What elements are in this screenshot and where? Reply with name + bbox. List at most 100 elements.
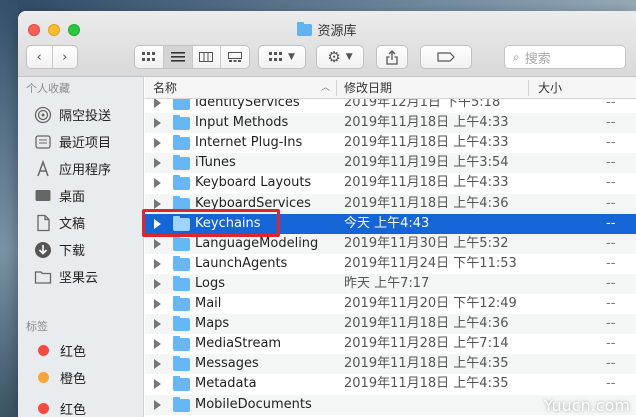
disclosure-triangle-icon[interactable] bbox=[154, 198, 161, 209]
column-name[interactable]: 名称 bbox=[153, 77, 177, 99]
disclosure-triangle-icon[interactable] bbox=[154, 359, 161, 370]
file-size: -- bbox=[606, 99, 616, 110]
table-row[interactable]: LaunchAgents 2019年11月24日 下午11:53 -- bbox=[145, 254, 636, 274]
disclosure-triangle-icon[interactable] bbox=[154, 178, 161, 189]
edit-tags-button[interactable] bbox=[420, 45, 472, 69]
disclosure-triangle-icon[interactable] bbox=[154, 379, 161, 390]
file-size: -- bbox=[606, 135, 616, 151]
column-size[interactable]: 大小 bbox=[538, 77, 562, 99]
sidebar-item-label: 隔空投送 bbox=[59, 109, 112, 124]
folder-icon bbox=[173, 376, 190, 392]
file-size: -- bbox=[606, 175, 616, 191]
sidebar-item-desktop[interactable]: 桌面 bbox=[34, 182, 85, 209]
sidebar-item-label: 橙色 bbox=[60, 372, 87, 387]
file-name: Logs bbox=[195, 275, 225, 291]
folder-icon bbox=[297, 22, 313, 36]
folder-icon bbox=[173, 99, 190, 110]
desktop-icon bbox=[34, 187, 52, 205]
sidebar-item-applications[interactable]: 应用程序 bbox=[34, 155, 111, 182]
watermark: Yuucn.com bbox=[543, 396, 630, 415]
table-row[interactable]: Logs 昨天 上午7:17 -- bbox=[145, 273, 636, 294]
file-date: 2019年11月24日 下午11:53 bbox=[344, 255, 517, 271]
file-date: 2019年11月30日 上午5:32 bbox=[344, 235, 509, 251]
sidebar-item-label: 桌面 bbox=[59, 190, 86, 205]
sidebar-item-label: 红色 bbox=[60, 345, 87, 360]
file-list: 名称 ︿ 修改日期 大小 IdentityServices 2019年12月1日 … bbox=[145, 77, 636, 417]
file-name: iTunes bbox=[195, 155, 236, 171]
folder-icon bbox=[173, 135, 190, 151]
sidebar-item-downloads[interactable]: 下载 bbox=[34, 236, 85, 263]
disclosure-triangle-icon[interactable] bbox=[154, 319, 161, 330]
disclosure-triangle-icon[interactable] bbox=[154, 339, 161, 350]
file-name: Messages bbox=[195, 356, 259, 372]
disclosure-triangle-icon[interactable] bbox=[154, 238, 161, 249]
sidebar-item-label: 应用程序 bbox=[59, 163, 112, 178]
disclosure-triangle-icon[interactable] bbox=[154, 299, 161, 309]
file-size: -- bbox=[606, 316, 616, 332]
table-row[interactable]: Keyboard Layouts 2019年11月18日 上午4:33 -- bbox=[145, 173, 636, 193]
sidebar-item-documents[interactable]: 文稿 bbox=[34, 209, 85, 236]
chevron-down-icon: ▼ bbox=[288, 52, 295, 62]
disclosure-triangle-icon[interactable] bbox=[154, 258, 161, 269]
view-mode-control bbox=[134, 45, 250, 69]
disclosure-triangle-icon[interactable] bbox=[154, 158, 161, 169]
sidebar-favorites-header: 个人收藏 bbox=[26, 82, 70, 95]
gallery-view-button[interactable] bbox=[221, 46, 249, 68]
file-name: LaunchAgents bbox=[195, 255, 288, 271]
table-row[interactable]: Internet Plug-Ins 2019年11月18日 上午4:33 -- bbox=[145, 133, 636, 153]
sidebar: 个人收藏 隔空投送 最近项目 应用程序 桌面 文稿 下载 坚果云 标签 红色 橙… bbox=[18, 77, 144, 417]
share-button[interactable] bbox=[376, 45, 408, 69]
column-view-button[interactable] bbox=[193, 46, 222, 68]
disclosure-triangle-icon[interactable] bbox=[154, 118, 161, 129]
grid-icon bbox=[269, 52, 283, 61]
grid-icon bbox=[141, 52, 155, 61]
table-row[interactable]: Mail 2019年11月20日 下午12:49 -- bbox=[145, 294, 636, 314]
column-divider[interactable] bbox=[336, 80, 337, 96]
table-row[interactable]: Input Methods 2019年11月18日 上午4:33 -- bbox=[145, 113, 636, 134]
gear-icon: ⚙ bbox=[327, 48, 341, 66]
icon-view-button[interactable] bbox=[135, 46, 164, 68]
sidebar-tag-orange[interactable]: 橙色 bbox=[34, 364, 86, 391]
folder-icon bbox=[173, 235, 190, 251]
table-row[interactable]: Metadata 2019年11月18日 上午4:35 -- bbox=[145, 374, 636, 394]
chevron-left-icon: ‹ bbox=[36, 49, 42, 65]
disclosure-triangle-icon[interactable] bbox=[154, 399, 161, 410]
folder-icon bbox=[34, 268, 52, 286]
file-size: -- bbox=[606, 296, 616, 311]
file-date: 2019年11月18日 上午4:36 bbox=[344, 316, 509, 332]
action-menu-button[interactable]: ⚙ ▼ bbox=[316, 45, 364, 69]
column-divider[interactable] bbox=[528, 80, 529, 96]
file-date: 今天 上午4:43 bbox=[344, 215, 430, 231]
file-size: -- bbox=[606, 195, 616, 211]
file-name: Keyboard Layouts bbox=[195, 175, 312, 191]
file-size: -- bbox=[606, 255, 616, 271]
disclosure-triangle-icon[interactable] bbox=[154, 278, 161, 289]
sidebar-item-nutstore[interactable]: 坚果云 bbox=[34, 263, 98, 290]
search-input[interactable]: ⌕ 搜索 bbox=[504, 45, 626, 69]
sidebar-item-airdrop[interactable]: 隔空投送 bbox=[34, 101, 111, 128]
back-button[interactable]: ‹ bbox=[27, 46, 53, 68]
file-name: Internet Plug-Ins bbox=[195, 135, 303, 151]
sidebar-tag-red[interactable]: 红色 bbox=[34, 337, 86, 364]
table-row[interactable]: Messages 2019年11月18日 上午4:35 -- bbox=[145, 354, 636, 375]
sidebar-item-recents[interactable]: 最近项目 bbox=[34, 128, 111, 155]
forward-button[interactable]: › bbox=[53, 46, 78, 68]
sidebar-item-label: 文稿 bbox=[59, 217, 86, 232]
file-name: Mail bbox=[195, 296, 222, 311]
group-by-button[interactable]: ▼ bbox=[258, 45, 306, 69]
disclosure-triangle-icon[interactable] bbox=[154, 138, 161, 149]
table-row[interactable]: IdentityServices 2019年12月1日 下午5:18 -- bbox=[145, 99, 636, 113]
disclosure-triangle-icon[interactable] bbox=[154, 99, 161, 108]
list-view-button[interactable] bbox=[163, 46, 193, 68]
folder-icon bbox=[173, 316, 190, 332]
search-icon: ⌕ bbox=[513, 49, 520, 64]
table-row[interactable]: MediaStream 2019年11月28日 上午7:14 -- bbox=[145, 334, 636, 354]
folder-icon bbox=[173, 296, 190, 311]
sidebar-tag-red-2[interactable]: 红色 bbox=[34, 395, 86, 417]
documents-icon bbox=[34, 214, 52, 232]
column-date[interactable]: 修改日期 bbox=[344, 77, 392, 99]
file-name: MobileDocuments bbox=[195, 396, 312, 412]
table-row[interactable]: iTunes 2019年11月19日 上午3:54 -- bbox=[145, 153, 636, 174]
table-row[interactable]: Maps 2019年11月18日 上午4:36 -- bbox=[145, 314, 636, 335]
tag-icon bbox=[437, 52, 455, 62]
